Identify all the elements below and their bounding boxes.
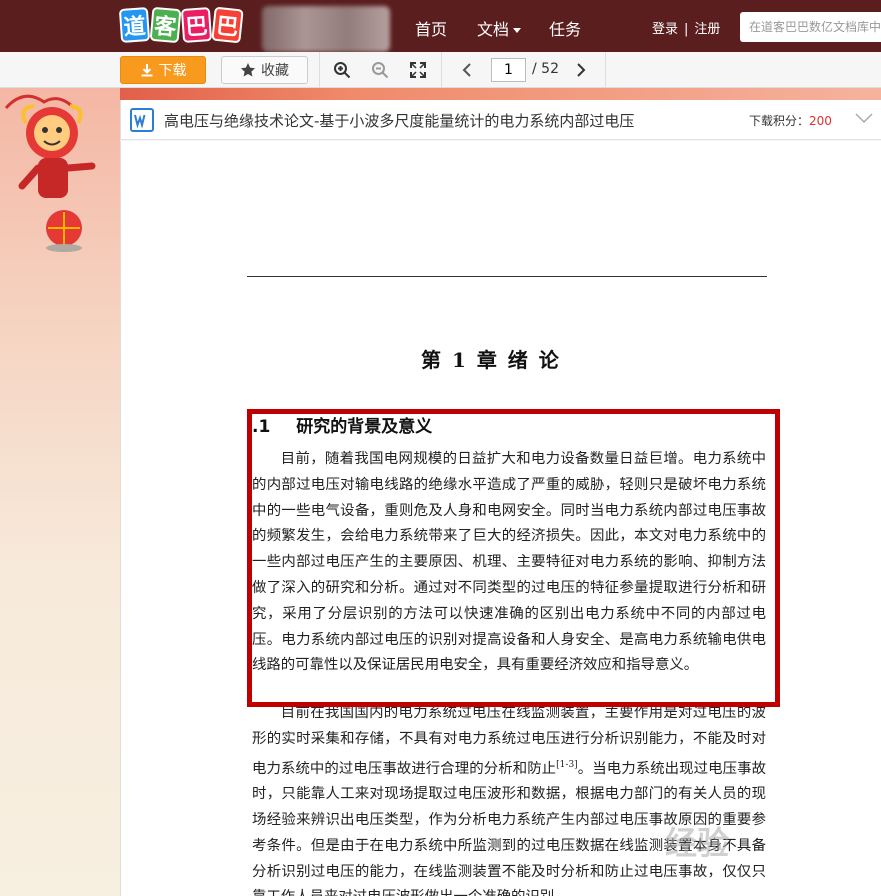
- download-icon: [141, 64, 152, 77]
- side-decoration: [0, 88, 120, 896]
- toolbar-divider: [319, 52, 320, 88]
- chevron-down-icon: [513, 28, 522, 33]
- fullscreen-icon[interactable]: [408, 60, 428, 80]
- word-doc-icon: [130, 108, 154, 132]
- page-number-input[interactable]: [491, 58, 526, 82]
- blurred-banner: [262, 6, 390, 52]
- nav-home-link[interactable]: 首页: [415, 16, 447, 40]
- chapter-heading: 第 1 章 绪 论: [421, 348, 561, 372]
- doc-header: 高电压与绝缘技术论文-基于小波多尺度能量统计的电力系统内部过电压 下载积分：20…: [120, 100, 881, 140]
- nav-docs-label: 文档: [477, 20, 510, 39]
- nav-task-link[interactable]: 任务: [549, 16, 581, 40]
- decorative-stripe: [0, 88, 881, 100]
- doc-title: 高电压与绝缘技术论文-基于小波多尺度能量统计的电力系统内部过电压: [164, 112, 635, 130]
- chevron-left-icon[interactable]: [457, 60, 477, 80]
- citation: [1-3]: [556, 759, 578, 770]
- toolbar-divider: [441, 52, 442, 88]
- logo-char-2: 客: [149, 6, 182, 44]
- search-input[interactable]: [740, 12, 881, 42]
- top-nav-bar: 道 客 巴 巴 首页 文档 任务 登录 | 注册: [0, 0, 881, 52]
- zoom-in-icon[interactable]: [332, 60, 352, 80]
- lion-dance-mascot-icon: [4, 94, 96, 252]
- page-total: / 52: [532, 61, 559, 77]
- header-rule: [247, 276, 767, 277]
- auth-links: 登录 | 注册: [652, 18, 720, 37]
- register-link[interactable]: 注册: [694, 22, 720, 37]
- highlight-annotation-box: [247, 409, 780, 707]
- zoom-out-icon[interactable]: [370, 60, 390, 80]
- chevron-right-icon[interactable]: [571, 60, 591, 80]
- download-label: 下载: [158, 63, 187, 79]
- download-button[interactable]: 下载: [120, 56, 206, 84]
- points-value: 200: [809, 114, 832, 128]
- collect-label: 收藏: [261, 63, 289, 79]
- doc-toolbar: 下载 收藏 / 52: [0, 52, 881, 88]
- points-label: 下载积分：: [749, 114, 810, 128]
- login-link[interactable]: 登录: [652, 22, 678, 37]
- collect-button[interactable]: 收藏: [221, 56, 308, 84]
- auth-divider: |: [684, 22, 689, 37]
- chevron-down-icon[interactable]: [855, 112, 873, 124]
- download-points: 下载积分：200: [749, 112, 832, 129]
- logo-char-4: 巴: [211, 6, 244, 44]
- logo-char-3: 巴: [180, 7, 213, 43]
- logo-char-1: 道: [118, 7, 151, 43]
- star-icon: [240, 63, 256, 77]
- paragraph: 目前在我国国内的电力系统过电压在线监测装置，主要作用是对过电压的波形的实时采集和…: [252, 701, 766, 896]
- toolbar-divider: [605, 52, 606, 88]
- site-logo[interactable]: 道 客 巴 巴: [118, 6, 244, 46]
- watermark: 经验: [665, 824, 730, 862]
- nav-docs-link[interactable]: 文档: [477, 16, 522, 40]
